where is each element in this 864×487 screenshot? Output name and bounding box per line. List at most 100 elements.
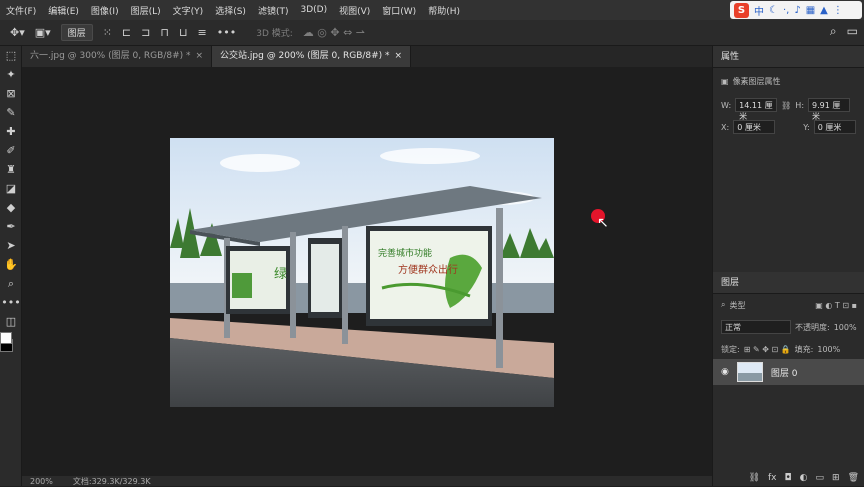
- menu-help[interactable]: 帮助(H): [422, 4, 466, 17]
- menu-3d[interactable]: 3D(D): [294, 5, 333, 15]
- layers-title[interactable]: 图层: [713, 272, 864, 294]
- paint-bucket-icon[interactable]: ◆: [0, 198, 22, 217]
- x-field[interactable]: 0 厘米: [733, 120, 776, 134]
- transform-controls-icon[interactable]: ⁙: [103, 26, 112, 39]
- eye-icon[interactable]: ◉: [721, 367, 729, 377]
- punctuation-icon[interactable]: ·,: [783, 5, 789, 16]
- search-icon[interactable]: ⌕: [721, 300, 725, 310]
- align-center-icon[interactable]: ⊐: [141, 26, 150, 39]
- layer-thumbnail: [736, 362, 763, 382]
- mask-icon[interactable]: ◘: [785, 473, 792, 483]
- sogou-logo-icon[interactable]: S: [734, 2, 749, 18]
- layer-select[interactable]: 图层: [60, 24, 93, 41]
- align-left-icon[interactable]: ⊏: [122, 26, 131, 39]
- link-layers-icon[interactable]: ⛓: [749, 473, 760, 483]
- ime-mode[interactable]: 中: [754, 3, 764, 18]
- menu-edit[interactable]: 编辑(E): [42, 4, 85, 17]
- fill-value[interactable]: 100%: [817, 345, 840, 354]
- zoom-tool-icon[interactable]: ⌕: [0, 274, 22, 293]
- align-right-icon[interactable]: ⊓: [160, 26, 169, 39]
- move-tool-icon[interactable]: ✥▾: [10, 26, 25, 39]
- menu-type[interactable]: 文字(Y): [167, 4, 210, 17]
- layer-name[interactable]: 图层 0: [771, 366, 798, 379]
- trash-icon[interactable]: 🗑: [848, 473, 859, 483]
- foreground-color-swatch[interactable]: [0, 332, 12, 344]
- menu-bar: 文件(F) 编辑(E) 图像(I) 图层(L) 文字(Y) 选择(S) 滤镜(T…: [0, 0, 864, 20]
- close-icon[interactable]: ×: [395, 51, 403, 61]
- search-icon[interactable]: ⌕: [830, 24, 837, 39]
- ime-toolbar[interactable]: S 中 ☾ ·, ♪ ▦ ▲ ⋮: [730, 1, 862, 19]
- position-row: X: 0 厘米 Y: 0 厘米: [713, 116, 864, 138]
- moon-icon[interactable]: ☾: [769, 5, 778, 16]
- menu-view[interactable]: 视图(V): [333, 4, 376, 17]
- menu-layer[interactable]: 图层(L): [125, 4, 167, 17]
- blend-mode-select[interactable]: 正常: [721, 320, 791, 334]
- eyedropper-icon[interactable]: ✎: [0, 103, 22, 122]
- marquee-tool-icon[interactable]: ⬚: [0, 46, 22, 65]
- crop-tool-icon[interactable]: ⊠: [0, 84, 22, 103]
- bus-stop-image: 绿 完善城市功能 方便群众出行: [170, 138, 554, 407]
- zoom-level[interactable]: 200%: [30, 477, 53, 486]
- keyboard-icon[interactable]: ▦: [806, 5, 815, 16]
- link-icon[interactable]: ⛓: [781, 101, 791, 110]
- group-icon[interactable]: ▭: [816, 473, 825, 483]
- canvas-area[interactable]: 绿 完善城市功能 方便群众出行 ↖: [22, 67, 712, 475]
- size-row: W: 14.11 厘米 ⛓ H: 9.91 厘米: [713, 94, 864, 121]
- menu-file[interactable]: 文件(F): [0, 4, 42, 17]
- tab-label: 公交站.jpg @ 200% (图层 0, RGB/8#) *: [220, 51, 390, 61]
- properties-subtitle: 像素图层属性: [732, 76, 781, 86]
- right-panel: 属性 ▣ 像素图层属性 W: 14.11 厘米 ⛓ H: 9.91 厘米 X: …: [712, 46, 864, 486]
- menu-image[interactable]: 图像(I): [85, 4, 125, 17]
- healing-brush-icon[interactable]: ✚: [0, 122, 22, 141]
- workspace-icon[interactable]: ▭: [847, 24, 858, 39]
- more-tools-icon[interactable]: •••: [0, 293, 22, 312]
- new-layer-icon[interactable]: ⊞: [832, 473, 840, 483]
- clone-stamp-icon[interactable]: ♜: [0, 160, 22, 179]
- fx-icon[interactable]: fx: [768, 473, 777, 483]
- properties-header: ▣ 像素图层属性: [713, 68, 864, 94]
- close-icon[interactable]: ×: [196, 51, 204, 61]
- pixel-layer-icon: ▣: [721, 76, 729, 86]
- width-field[interactable]: 14.11 厘米: [735, 98, 778, 121]
- hand-tool-icon[interactable]: ✋: [0, 255, 22, 274]
- magic-wand-icon[interactable]: ✦: [0, 65, 22, 84]
- pen-tool-icon[interactable]: ✒: [0, 217, 22, 236]
- filter-icons[interactable]: ▣ ◐ T ⊡ ▪: [815, 301, 857, 310]
- adjustment-icon[interactable]: ◐: [800, 473, 808, 483]
- menu-window[interactable]: 窗口(W): [376, 4, 422, 17]
- align-top-icon[interactable]: ⊔: [179, 26, 188, 39]
- layers-panel: 图层 ⌕ 类型 ▣ ◐ T ⊡ ▪ 正常 不透明度: 100% 锁定: ⊞ ✎ …: [713, 272, 864, 360]
- layer-kind-select[interactable]: 类型: [729, 300, 745, 311]
- color-swatches[interactable]: [0, 332, 16, 358]
- tab-liuyi[interactable]: 六一.jpg @ 300% (图层 0, RGB/8#) * ×: [22, 46, 213, 67]
- brush-tool-icon[interactable]: ✐: [0, 141, 22, 160]
- opacity-label: 不透明度:: [795, 322, 830, 332]
- opacity-value[interactable]: 100%: [834, 323, 857, 332]
- y-field[interactable]: 0 厘米: [813, 120, 856, 134]
- mic-icon[interactable]: ♪: [794, 5, 800, 16]
- doc-size: 文档:329.3K/329.3K: [72, 476, 151, 486]
- document-tabs: 六一.jpg @ 300% (图层 0, RGB/8#) * × 公交站.jpg …: [22, 46, 712, 67]
- height-field[interactable]: 9.91 厘米: [808, 98, 851, 121]
- options-bar: ✥▾ ▣▾ 图层 ⁙ ⊏ ⊐ ⊓ ⊔ ≡ ••• 3D 模式: ☁ ◎ ✥ ⇔ …: [0, 20, 864, 46]
- status-bar: 200% 文档:329.3K/329.3K: [22, 476, 712, 486]
- path-select-icon[interactable]: ➤: [0, 236, 22, 255]
- grid-icon[interactable]: ⋮: [833, 5, 843, 16]
- menu-filter[interactable]: 滤镜(T): [252, 4, 295, 17]
- quick-mask-icon[interactable]: ◫: [0, 312, 22, 331]
- bus-stop-photo: 绿 完善城市功能 方便群众出行: [170, 138, 554, 407]
- auto-select-icon[interactable]: ▣▾: [35, 26, 51, 39]
- skin-icon[interactable]: ▲: [820, 5, 828, 16]
- menu-select[interactable]: 选择(S): [209, 4, 252, 17]
- layers-footer: ⛓ fx ◘ ◐ ▭ ⊞ 🗑: [713, 470, 864, 486]
- properties-title[interactable]: 属性: [713, 46, 864, 68]
- distribute-icon[interactable]: ≡: [198, 26, 207, 39]
- layer-row[interactable]: ◉ 图层 0: [713, 359, 864, 385]
- orbit-3d-icon[interactable]: ☁ ◎ ✥ ⇔ ⇀: [303, 26, 365, 39]
- tab-bus-stop[interactable]: 公交站.jpg @ 200% (图层 0, RGB/8#) * ×: [212, 46, 412, 67]
- blend-row: 正常 不透明度: 100%: [713, 316, 864, 338]
- more-icon[interactable]: •••: [217, 26, 236, 39]
- h-label: H:: [795, 100, 805, 110]
- lock-icons[interactable]: ⊞ ✎ ✥ ⊡ 🔒: [744, 345, 791, 354]
- eraser-icon[interactable]: ◪: [0, 179, 22, 198]
